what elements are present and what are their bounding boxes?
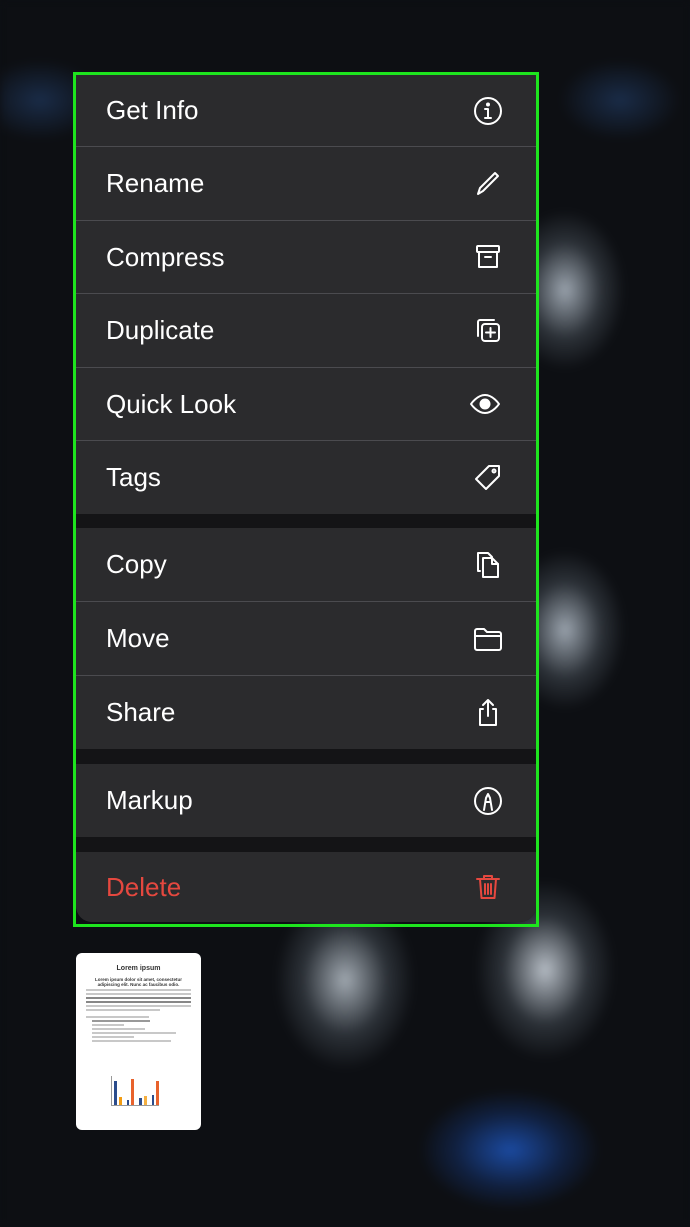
menu-item-markup[interactable]: Markup	[76, 764, 536, 837]
section-divider	[76, 749, 536, 764]
menu-item-label: Move	[106, 623, 170, 653]
menu-item-label: Delete	[106, 871, 182, 902]
menu-item-label: Copy	[106, 549, 167, 579]
menu-item-copy[interactable]: Copy	[76, 528, 536, 602]
menu-item-label: Compress	[106, 241, 225, 272]
tag-icon	[475, 464, 500, 490]
trash-icon	[476, 875, 500, 899]
menu-item-get-info[interactable]: Get Info	[76, 75, 536, 147]
eye-icon	[470, 394, 500, 414]
menu-item-share[interactable]: Share	[76, 676, 536, 749]
pencil-icon	[477, 171, 499, 195]
section-divider	[76, 837, 536, 852]
markup-pen-circle-icon	[474, 786, 502, 815]
thumbnail-body-text	[86, 989, 191, 1042]
menu-item-move[interactable]: Move	[76, 602, 536, 676]
menu-item-duplicate[interactable]: Duplicate	[76, 294, 536, 368]
menu-item-rename[interactable]: Rename	[76, 147, 536, 221]
menu-item-delete[interactable]: Delete	[76, 852, 536, 922]
menu-item-label: Tags	[106, 462, 161, 492]
document-thumbnail[interactable]: Lorem ipsum Lorem ipsum dolor sit amet, …	[76, 953, 201, 1130]
copy-documents-icon	[477, 551, 499, 578]
menu-item-label: Markup	[106, 785, 193, 815]
section-divider	[76, 514, 536, 528]
duplicate-plus-icon	[477, 318, 500, 342]
menu-item-quick-look[interactable]: Quick Look	[76, 368, 536, 441]
archive-box-icon	[476, 245, 500, 268]
menu-item-label: Get Info	[106, 95, 199, 125]
thumbnail-chart	[111, 1076, 159, 1106]
folder-icon	[474, 627, 502, 651]
menu-item-tags[interactable]: Tags	[76, 441, 536, 514]
menu-item-compress[interactable]: Compress	[76, 221, 536, 294]
menu-item-label: Rename	[106, 168, 205, 198]
menu-item-label: Share	[106, 697, 176, 727]
menu-item-label: Quick Look	[106, 388, 237, 419]
share-icon	[479, 698, 497, 726]
context-menu: Get Info Rename Compress Duplicate Quick…	[76, 75, 536, 922]
thumbnail-title: Lorem ipsum	[116, 965, 161, 972]
thumbnail-subtitle: Lorem ipsum dolor sit amet, consectetur …	[94, 977, 183, 987]
menu-item-label: Duplicate	[106, 315, 215, 345]
info-circle-icon	[474, 96, 502, 125]
